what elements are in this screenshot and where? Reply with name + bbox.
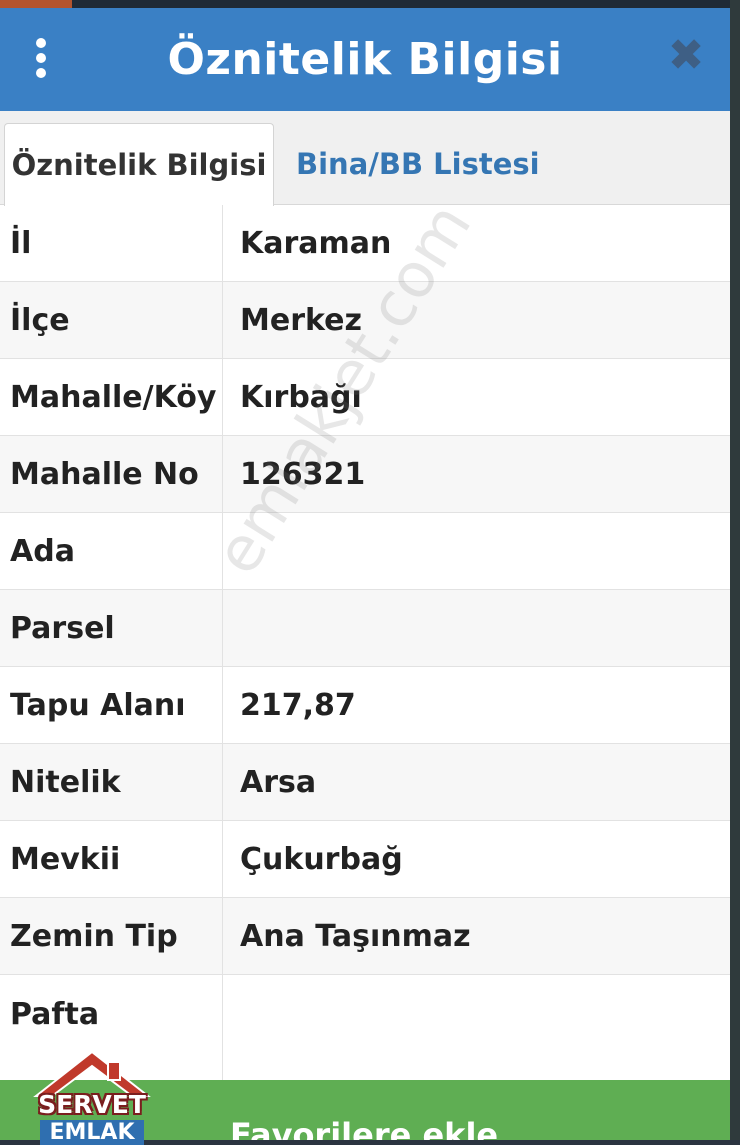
vertical-dots-icon[interactable] — [30, 38, 52, 78]
row-label-parsel: Parsel — [0, 590, 223, 666]
row-label-nitelik: Nitelik — [0, 744, 223, 820]
tab-bar: Öznitelik Bilgisi Bina/BB Listesi — [0, 111, 730, 206]
tab-building-list[interactable]: Bina/BB Listesi — [296, 123, 540, 205]
table-row: Nitelik Arsa — [0, 744, 730, 821]
row-value-ilce: Merkez — [240, 302, 362, 338]
table-row: Parsel — [0, 590, 730, 667]
row-label-ada: Ada — [0, 513, 223, 589]
tab-attribute-info[interactable]: Öznitelik Bilgisi — [4, 123, 274, 206]
row-label-mahalle: Mahalle/Köy — [0, 359, 223, 435]
row-value-nitelik: Arsa — [240, 764, 317, 800]
table-row: Ada — [0, 513, 730, 590]
row-label-mahalle-no: Mahalle No — [0, 436, 223, 512]
table-row: Mahalle No 126321 — [0, 436, 730, 513]
logo-text-emlak: EMLAK — [40, 1120, 144, 1145]
table-row: İl Karaman — [0, 205, 730, 282]
row-value-mahalle-no: 126321 — [240, 456, 366, 492]
row-value-mevkii: Çukurbağ — [240, 841, 403, 877]
row-value-il: Karaman — [240, 225, 392, 261]
close-icon[interactable]: ✖ — [666, 34, 706, 78]
row-label-tapu-alani: Tapu Alanı — [0, 667, 223, 743]
dialog-title: Öznitelik Bilgisi — [167, 34, 563, 85]
table-row: Mahalle/Köy Kırbağı — [0, 359, 730, 436]
company-logo: SERVET EMLAK — [30, 1048, 154, 1145]
background-strip — [0, 0, 740, 8]
dialog-header: Öznitelik Bilgisi ✖ — [0, 8, 730, 111]
row-value-tapu-alani: 217,87 — [240, 687, 356, 723]
row-value-pafta — [223, 975, 730, 1091]
table-row: Zemin Tip Ana Taşınmaz — [0, 898, 730, 975]
background-accent — [0, 0, 72, 8]
row-value-parsel — [223, 590, 730, 666]
attribute-table: İl Karaman İlçe Merkez Mahalle/Köy Kırba… — [0, 205, 730, 1092]
table-row: Tapu Alanı 217,87 — [0, 667, 730, 744]
add-to-favorites-label: Favorilere ekle — [230, 1116, 499, 1140]
row-value-ada — [223, 513, 730, 589]
tab-attribute-info-label: Öznitelik Bilgisi — [11, 148, 267, 182]
table-row: Mevkii Çukurbağ — [0, 821, 730, 898]
logo-text-servet: SERVET — [38, 1090, 146, 1119]
background-edge — [730, 0, 740, 1140]
tab-building-list-label: Bina/BB Listesi — [296, 147, 540, 181]
row-label-mevkii: Mevkii — [0, 821, 223, 897]
row-value-mahalle: Kırbağı — [240, 379, 362, 415]
table-row: İlçe Merkez — [0, 282, 730, 359]
row-label-ilce: İlçe — [0, 282, 223, 358]
attribute-info-dialog: Öznitelik Bilgisi ✖ Öznitelik Bilgisi Bi… — [0, 8, 730, 1140]
row-value-zemin-tip: Ana Taşınmaz — [240, 918, 471, 954]
row-label-il: İl — [0, 205, 223, 281]
row-label-zemin-tip: Zemin Tip — [0, 898, 223, 974]
